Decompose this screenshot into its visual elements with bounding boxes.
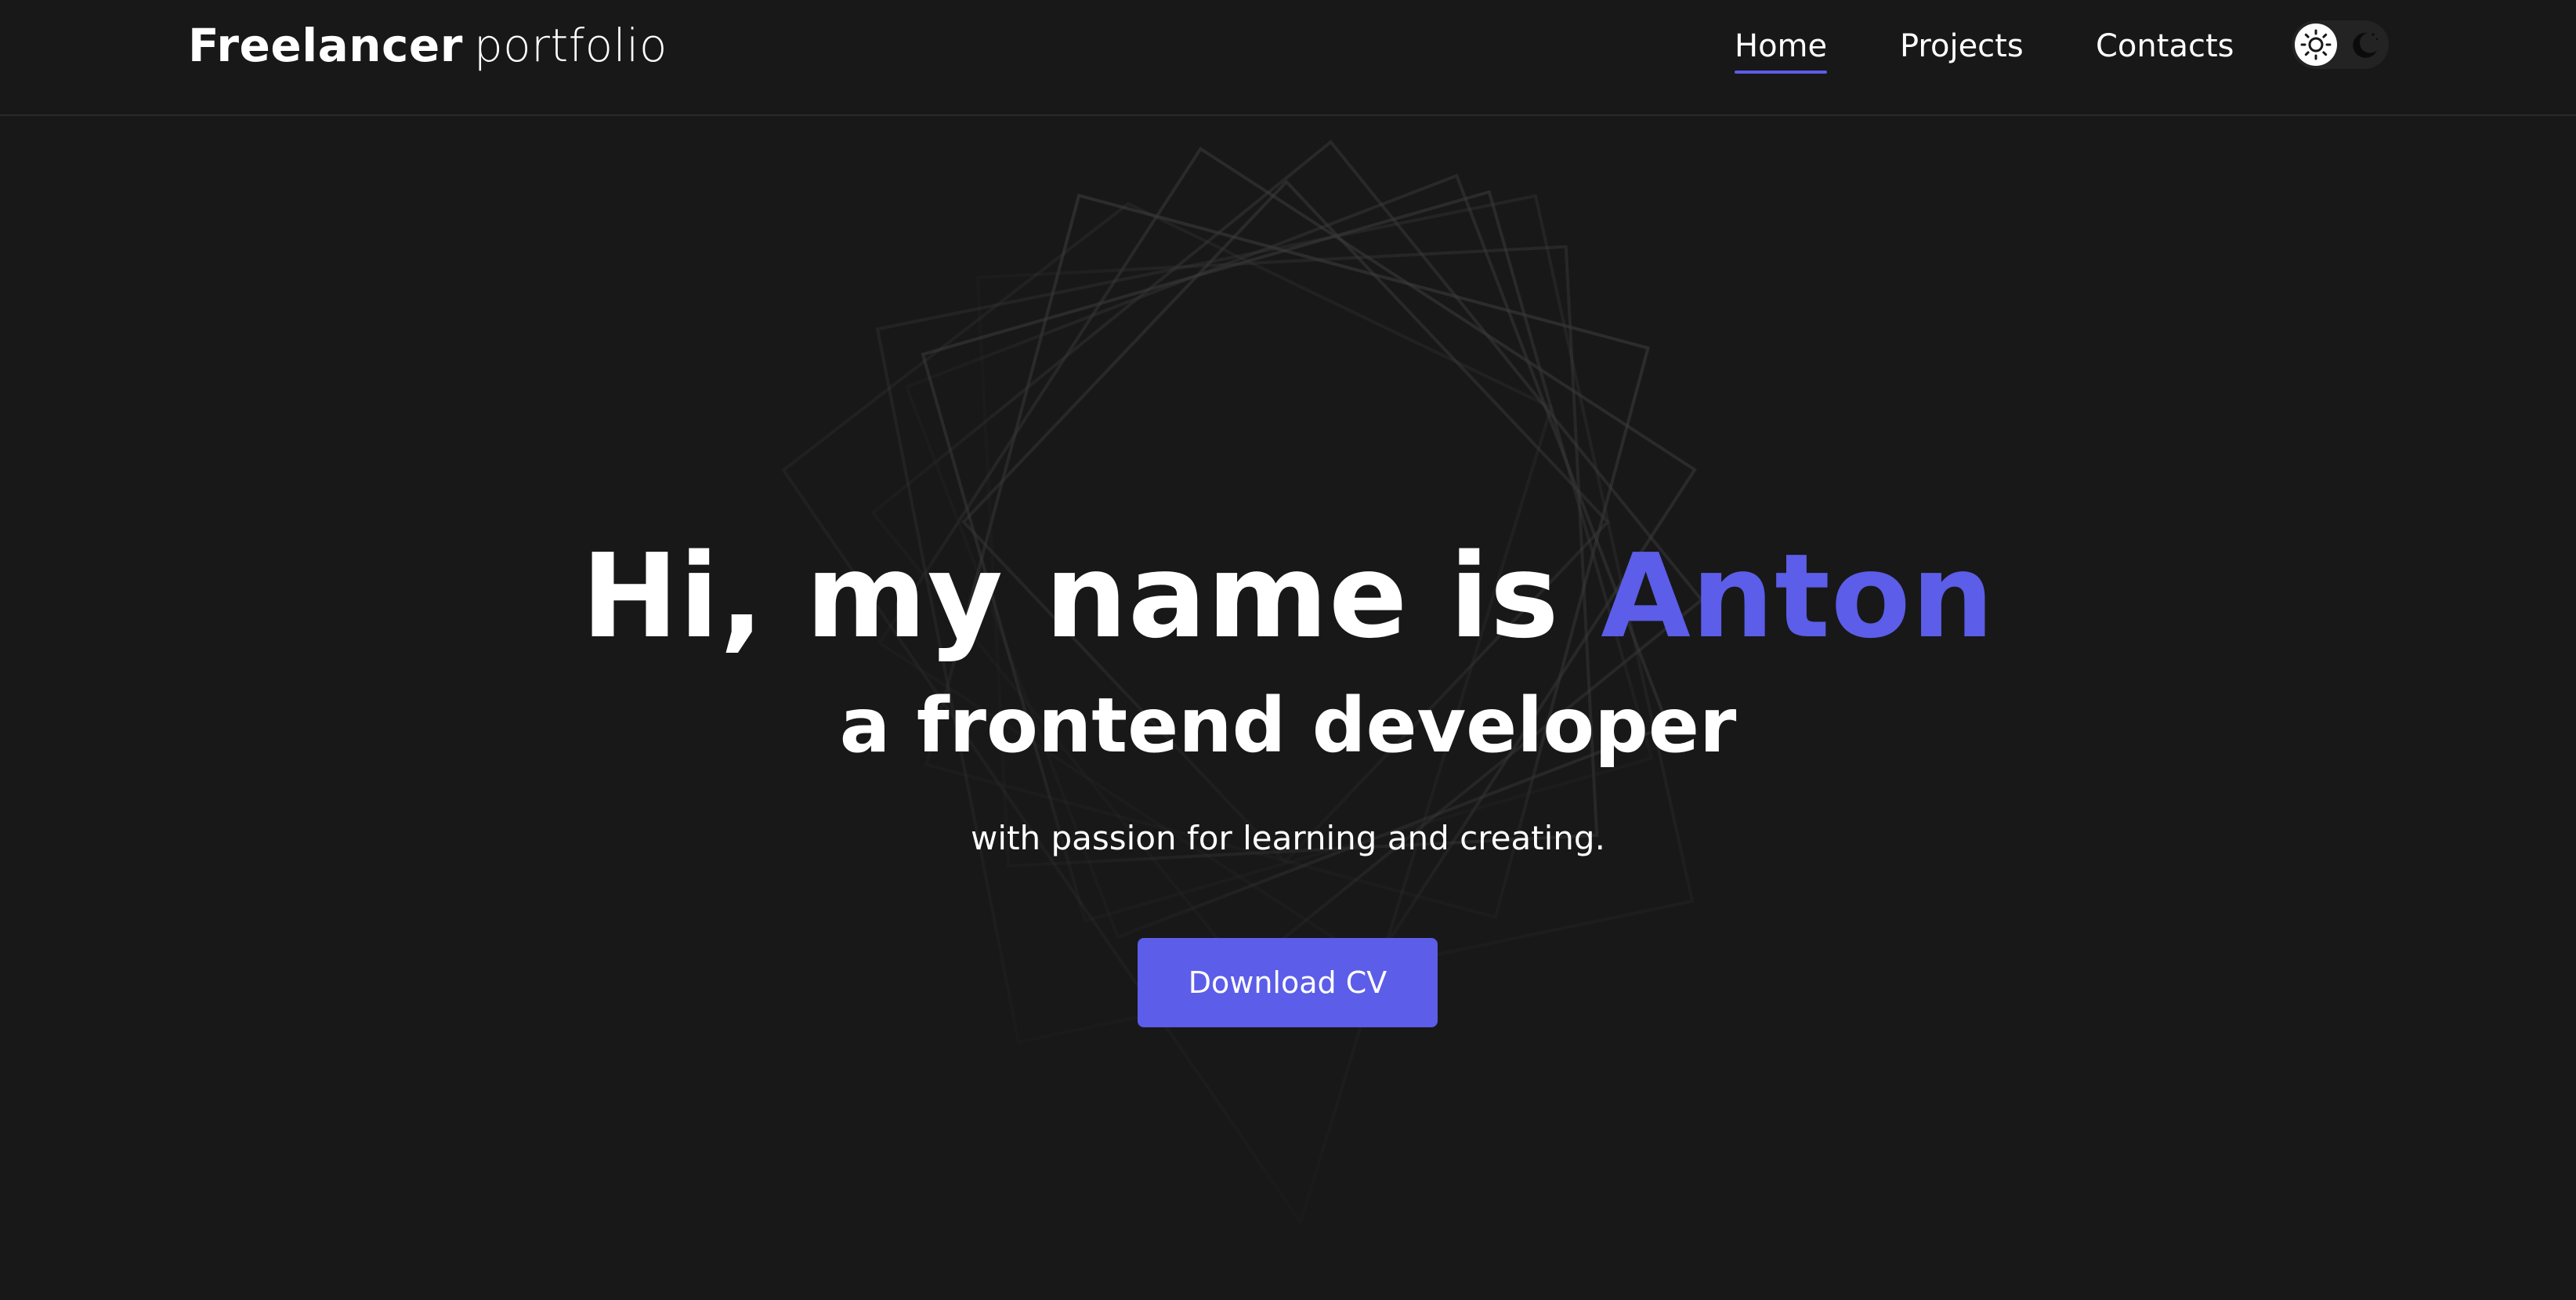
nav-item-projects: Projects [1900, 19, 2024, 74]
moon-icon[interactable] [2343, 24, 2386, 66]
theme-toggle[interactable] [2292, 20, 2389, 69]
nav-link-home[interactable]: Home [1735, 19, 1828, 74]
nav-item-home: Home [1735, 19, 1828, 74]
site-logo[interactable]: Freelancer portfolio [188, 14, 668, 77]
sun-icon[interactable] [2295, 24, 2337, 66]
nav-link-projects[interactable]: Projects [1900, 19, 2024, 74]
nav-item-contacts: Contacts [2096, 19, 2234, 74]
page: Freelancer portfolio Home Projects Contac… [0, 0, 2576, 1300]
nav-link-contacts[interactable]: Contacts [2096, 19, 2234, 74]
hero-tagline: with passion for learning and creating. [971, 819, 1605, 857]
hero-role: a frontend developer [839, 682, 1737, 769]
hero-name: Anton [1601, 529, 1995, 664]
site-header: Freelancer portfolio Home Projects Contac… [0, 0, 2576, 116]
logo-bold-text: Freelancer [188, 19, 463, 72]
hero-greeting: Hi, my name is [581, 529, 1560, 664]
download-cv-button[interactable]: Download CV [1138, 938, 1438, 1027]
logo-light-text: portfolio [473, 19, 668, 72]
hero-heading: Hi, my name is Anton [0, 530, 2576, 663]
